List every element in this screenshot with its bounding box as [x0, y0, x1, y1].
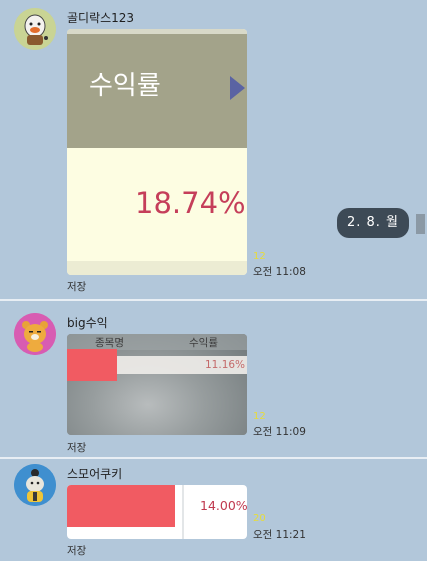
muzi-guitar-icon	[14, 8, 56, 50]
unread-count: 12	[253, 251, 266, 262]
unread-count: 20	[253, 513, 266, 524]
sender-name: big수익	[67, 316, 108, 330]
sender-avatar[interactable]	[14, 464, 56, 506]
play-arrow-icon	[230, 76, 245, 100]
cookie-character-icon	[14, 464, 56, 506]
save-link[interactable]: 저장	[67, 279, 86, 294]
image-message[interactable]: 14.00%	[67, 485, 247, 539]
message-separator	[0, 299, 427, 301]
message-separator	[0, 457, 427, 459]
return-rate-value: 14.00%	[200, 498, 247, 513]
save-link[interactable]: 저장	[67, 440, 86, 455]
return-rate-label: 수익률	[89, 71, 161, 101]
message-time: 오전 11:09	[253, 426, 306, 438]
return-rate-value: 18.74%	[135, 186, 246, 220]
scrollbar-thumb[interactable]	[416, 214, 425, 234]
column-header-stock: 종목명	[95, 337, 124, 349]
ryan-bear-icon	[14, 313, 56, 355]
redaction-box	[67, 349, 117, 381]
sender-avatar[interactable]	[14, 313, 56, 355]
date-divider: 2. 8. 월	[337, 208, 409, 238]
sender-avatar[interactable]	[14, 8, 56, 50]
message-time: 오전 11:21	[253, 529, 306, 541]
image-message[interactable]: 수익률 18.74%	[67, 29, 247, 275]
redaction-box	[67, 485, 175, 527]
sender-name: 골디락스123	[67, 11, 135, 25]
unread-count: 12	[253, 411, 266, 422]
message-time: 오전 11:08	[253, 266, 306, 278]
sender-name: 스모어쿠키	[67, 467, 123, 481]
return-rate-value: 11.16%	[205, 359, 246, 371]
save-link[interactable]: 저장	[67, 543, 86, 558]
image-message[interactable]: 종목명 수익률 11.16%	[67, 334, 247, 435]
column-header-return: 수익률	[189, 337, 218, 349]
